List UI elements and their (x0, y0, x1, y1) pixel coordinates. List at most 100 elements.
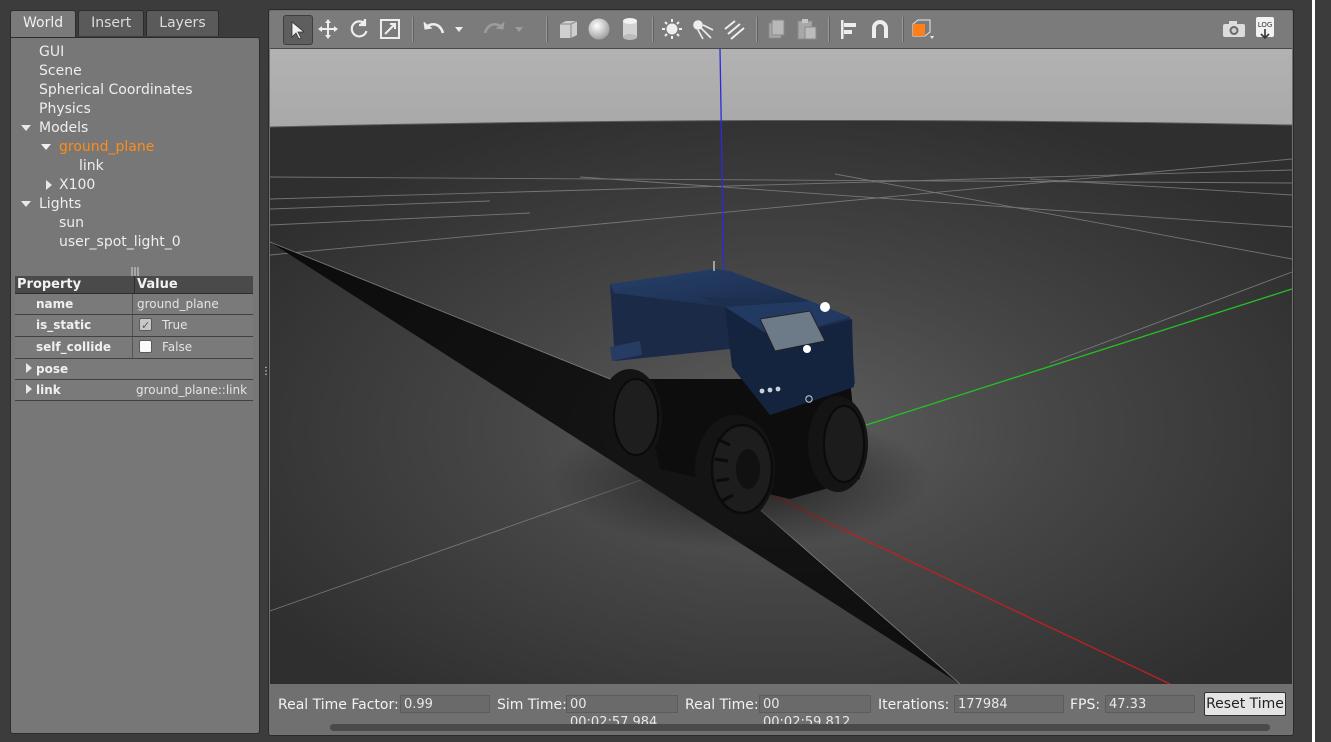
property-key: self_collide (15, 337, 133, 358)
point-light-icon[interactable] (658, 15, 686, 43)
property-row-name[interactable]: name ground_plane (15, 294, 253, 315)
translate-icon[interactable] (314, 15, 342, 43)
property-row-link[interactable]: link ground_plane::link (15, 380, 253, 401)
real-time-field: 00 00:02:59.812 (759, 695, 871, 730)
splitter-handle-icon[interactable]: ||| (130, 268, 140, 277)
left-panel: World Insert Layers GUI Scene Spherical … (0, 0, 262, 742)
tree-item-user-spot-light[interactable]: user_spot_light_0 (11, 233, 259, 252)
rotate-icon[interactable] (345, 15, 373, 43)
scale-icon[interactable] (376, 15, 404, 43)
expand-arrow-icon[interactable] (23, 380, 35, 400)
property-row-pose[interactable]: pose (15, 359, 253, 380)
tree-item-label: Scene (39, 63, 82, 79)
property-table-header: Property Value (15, 276, 253, 294)
is-static-checkbox[interactable] (139, 316, 152, 336)
property-value-cell: False (133, 337, 253, 358)
view-angle-icon[interactable] (908, 15, 936, 43)
log-label: LOG (1258, 21, 1273, 29)
self-collide-checkbox[interactable] (139, 340, 152, 353)
reset-time-button[interactable]: Reset Time (1204, 692, 1286, 716)
box-shape-icon[interactable] (554, 15, 582, 43)
toolbar-separator (546, 17, 548, 42)
iterations-field: 177984 (954, 695, 1064, 713)
toolbar-separator (412, 17, 414, 42)
toolbar-separator (828, 17, 830, 42)
sphere-shape-icon[interactable] (585, 15, 613, 43)
undo-icon[interactable] (420, 15, 448, 43)
left-splitter-handle-icon[interactable]: ⋮ (261, 366, 271, 378)
toolbar: LOG (270, 11, 1292, 49)
tree-item-ground-plane[interactable]: ground_plane (11, 138, 259, 157)
tree-item-models[interactable]: Models (11, 119, 259, 138)
toolbar-separator (902, 17, 904, 42)
render-frame: LOG Real Time Factor: 0.99 Sim Time: 00 … (268, 9, 1294, 736)
snap-magnet-icon[interactable] (866, 15, 894, 43)
screenshot-camera-icon[interactable] (1220, 15, 1248, 43)
real-time-factor-field: 0.99 (400, 695, 490, 713)
horizontal-scrollbar[interactable] (330, 724, 1270, 731)
tree-item-scene[interactable]: Scene (11, 62, 259, 81)
property-row-is-static[interactable]: is_static True (15, 315, 253, 337)
expand-arrow-icon[interactable] (23, 359, 35, 379)
tree-item-physics[interactable]: Physics (11, 100, 259, 119)
property-value-cell: ground_plane::link (136, 383, 248, 397)
log-record-icon[interactable]: LOG (1251, 15, 1279, 43)
world-panel: GUI Scene Spherical Coordinates Physics … (10, 37, 260, 734)
property-table: Property Value name ground_plane is_stat… (15, 276, 253, 401)
tree-item-sun[interactable]: sun (11, 214, 259, 233)
real-time-label: Real Time: (685, 697, 759, 713)
expand-arrow-icon[interactable] (20, 195, 32, 214)
tree-item-label: Lights (39, 196, 82, 212)
property-row-self-collide[interactable]: self_collide False (15, 337, 253, 359)
tree-item-gui[interactable]: GUI (11, 43, 259, 62)
tree-item-x100[interactable]: X100 (11, 176, 259, 195)
expand-arrow-icon[interactable] (40, 138, 52, 157)
collapse-arrow-icon[interactable] (43, 176, 55, 195)
select-arrow-icon[interactable] (283, 15, 313, 45)
property-value-field[interactable]: ground_plane (133, 294, 253, 314)
3d-viewport[interactable] (270, 49, 1292, 684)
sim-time-field: 00 00:02:57.984 (566, 695, 678, 730)
spot-light-icon[interactable] (689, 15, 717, 43)
tree-item-label: sun (59, 215, 85, 231)
tree-item-label: link (79, 158, 104, 174)
align-icon[interactable] (835, 15, 863, 43)
real-time-factor-label: Real Time Factor: (278, 697, 399, 713)
tree-item-label: X100 (59, 177, 96, 193)
checkbox-label: False (162, 340, 193, 354)
directional-light-icon[interactable] (720, 15, 748, 43)
property-key: name (15, 294, 133, 314)
property-column-header: Property (15, 276, 135, 293)
copy-icon[interactable] (762, 15, 790, 43)
panel-divider (1312, 0, 1315, 742)
property-key: is_static (15, 315, 133, 336)
status-bar: Real Time Factor: 0.99 Sim Time: 00 00:0… (270, 686, 1292, 734)
toolbar-separator (756, 17, 758, 42)
world-tree: GUI Scene Spherical Coordinates Physics … (11, 43, 259, 252)
property-value-cell (132, 359, 253, 379)
panel-tabs: World Insert Layers (10, 10, 221, 38)
cylinder-shape-icon[interactable] (616, 15, 644, 43)
redo-dropdown-icon[interactable] (512, 15, 526, 43)
toolbar-separator (652, 17, 654, 42)
tab-layers[interactable]: Layers (146, 10, 219, 36)
paste-icon[interactable] (793, 15, 821, 43)
tree-item-label: ground_plane (59, 139, 155, 155)
tree-item-label: user_spot_light_0 (59, 234, 181, 250)
redo-icon[interactable] (480, 15, 508, 43)
sky-background (270, 49, 1292, 129)
tree-item-label: Spherical Coordinates (39, 82, 193, 98)
tree-item-lights[interactable]: Lights (11, 195, 259, 214)
sim-time-label: Sim Time: (497, 697, 567, 713)
iterations-label: Iterations: (878, 697, 950, 713)
fps-field: 47.33 (1105, 695, 1195, 713)
tree-item-label: Physics (39, 101, 91, 117)
tree-item-link[interactable]: link (11, 157, 259, 176)
tree-item-spherical-coordinates[interactable]: Spherical Coordinates (11, 81, 259, 100)
tab-world[interactable]: World (10, 10, 77, 38)
tree-item-label: Models (39, 120, 89, 136)
expand-arrow-icon[interactable] (20, 119, 32, 138)
undo-dropdown-icon[interactable] (452, 15, 466, 43)
tab-insert[interactable]: Insert (78, 10, 145, 36)
scene-render (270, 49, 1292, 684)
